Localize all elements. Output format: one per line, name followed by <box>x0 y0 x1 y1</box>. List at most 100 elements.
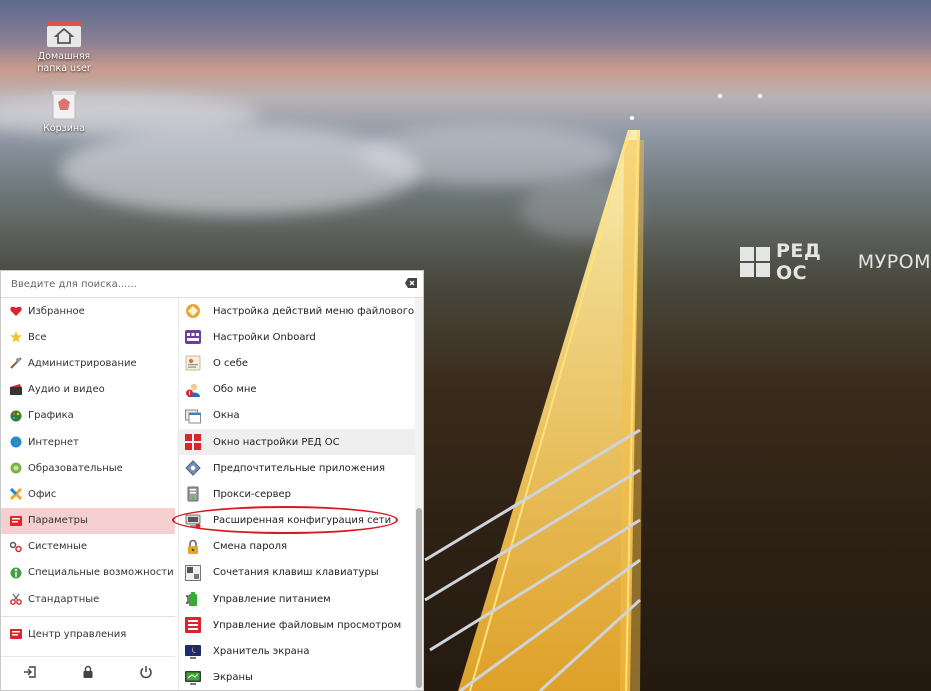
app-proxy-server[interactable]: Прокси-сервер <box>179 481 415 507</box>
app-label: Окна <box>213 410 240 422</box>
keyboard-shortcuts-icon <box>185 564 201 581</box>
desktop-icon-trash[interactable]: Корзина <box>22 88 106 135</box>
app-displays[interactable]: Экраны <box>179 665 415 690</box>
category-list: Избранное Все Администрирование Аудио и … <box>1 298 175 612</box>
category-system[interactable]: Системные <box>1 534 175 560</box>
category-label: Аудио и видео <box>28 384 105 396</box>
control-center-label: Центр управления <box>28 628 127 640</box>
highlight-annotation <box>172 506 398 534</box>
category-label: Избранное <box>28 305 85 317</box>
category-label: Офис <box>28 488 57 500</box>
application-menu: Избранное Все Администрирование Аудио и … <box>0 270 424 691</box>
windows-icon <box>185 408 201 424</box>
user-info-icon <box>185 382 201 398</box>
trash-icon <box>49 88 79 120</box>
screensaver-icon <box>185 644 201 660</box>
search-bar <box>1 271 423 298</box>
category-settings[interactable]: Параметры <box>1 507 175 534</box>
category-label: Системные <box>28 541 88 553</box>
category-label: Образовательные <box>28 462 123 474</box>
app-label: О себе <box>213 357 249 369</box>
app-screensaver[interactable]: Хранитель экрана <box>179 638 415 664</box>
app-list-scrollbar[interactable] <box>415 298 423 690</box>
category-audio-video[interactable]: Аудио и видео <box>1 377 175 403</box>
logout-icon[interactable] <box>23 665 37 679</box>
app-red-os-settings[interactable]: Окно настройки РЕД ОС <box>179 428 415 456</box>
accessories-icon <box>10 593 22 606</box>
displays-icon <box>185 670 201 686</box>
scrollbar-thumb[interactable] <box>416 508 422 688</box>
system-icon <box>10 541 22 553</box>
category-internet[interactable]: Интернет <box>1 429 175 455</box>
file-view-icon <box>185 617 201 634</box>
desktop-icon-label: Домашняя папка user <box>37 51 91 74</box>
accessibility-icon <box>10 567 22 579</box>
category-label: Специальные возможности <box>28 567 174 579</box>
control-center-section: Центр управления <box>1 621 175 647</box>
office-icon <box>10 488 22 501</box>
app-file-view-management[interactable]: Управление файловым просмотром <box>179 612 415 638</box>
brand-name: РЕД ОС <box>776 240 822 284</box>
education-icon <box>10 462 22 474</box>
app-label: Окно настройки РЕД ОС <box>213 436 340 448</box>
app-label: Прокси-сервер <box>213 488 292 500</box>
app-power-management[interactable]: Управление питанием <box>179 586 415 612</box>
category-administration[interactable]: Администрирование <box>1 350 175 376</box>
app-windows[interactable]: Окна <box>179 403 415 429</box>
control-center-button[interactable]: Центр управления <box>1 621 175 647</box>
category-label: Стандартные <box>28 593 100 605</box>
category-education[interactable]: Образовательные <box>1 455 175 481</box>
app-label: Настройки Onboard <box>213 331 316 343</box>
app-onboard-settings[interactable]: Настройки Onboard <box>179 324 415 350</box>
app-change-password[interactable]: Смена пароля <box>179 534 415 560</box>
app-preferred-applications[interactable]: Предпочтительные приложения <box>179 455 415 481</box>
app-about-me[interactable]: О себе <box>179 350 415 376</box>
desktop-icon-home[interactable]: Домашняя папка user <box>22 18 106 75</box>
category-divider <box>1 616 175 617</box>
search-input[interactable] <box>9 277 393 291</box>
category-all[interactable]: Все <box>1 324 175 350</box>
heart-icon <box>10 305 22 317</box>
app-user-info[interactable]: Обо мне <box>179 377 415 403</box>
tools-icon <box>10 357 22 370</box>
app-label: Обо мне <box>213 384 257 396</box>
brand-watermark: РЕД ОС МУРОМ <box>740 240 931 284</box>
desktop-icon-label: Корзина <box>43 123 85 134</box>
lock-icon[interactable] <box>81 665 95 679</box>
app-label: Управление файловым просмотром <box>213 619 402 631</box>
keyboard-icon <box>185 329 201 345</box>
clear-search-icon[interactable] <box>405 278 417 288</box>
category-label: Интернет <box>28 436 79 448</box>
file-manager-actions-icon <box>185 303 201 319</box>
category-label: Параметры <box>28 515 88 527</box>
settings-icon <box>10 515 22 527</box>
control-center-icon <box>10 628 22 640</box>
red-os-logo-icon <box>740 247 770 277</box>
app-label: Управление питанием <box>213 593 331 605</box>
category-favorites[interactable]: Избранное <box>1 298 175 324</box>
power-management-icon <box>185 591 201 607</box>
home-folder-icon <box>46 18 82 48</box>
category-accessibility[interactable]: Специальные возможности <box>1 560 175 586</box>
category-label: Все <box>28 331 47 343</box>
category-accessories[interactable]: Стандартные <box>1 586 175 612</box>
app-label: Сочетания клавиш клавиатуры <box>213 567 379 579</box>
proxy-icon <box>185 486 201 502</box>
category-graphics[interactable]: Графика <box>1 403 175 429</box>
password-icon <box>185 539 201 555</box>
app-file-manager-actions[interactable]: Настройка действий меню файлового менедж… <box>179 298 415 324</box>
preferred-apps-icon <box>185 460 201 476</box>
app-label: Предпочтительные приложения <box>213 462 385 474</box>
red-os-settings-icon <box>185 434 201 451</box>
app-label: Хранитель экрана <box>213 646 310 658</box>
category-label: Графика <box>28 410 74 422</box>
app-keyboard-shortcuts[interactable]: Сочетания клавиш клавиатуры <box>179 560 415 586</box>
palette-icon <box>10 410 22 422</box>
category-office[interactable]: Офис <box>1 481 175 507</box>
brand-subtitle: МУРОМ <box>857 251 931 273</box>
app-label: Смена пароля <box>213 541 288 553</box>
application-list: Настройка действий меню файлового менедж… <box>178 298 415 690</box>
power-icon[interactable] <box>139 665 153 679</box>
film-icon <box>10 383 22 396</box>
star-icon <box>10 331 22 343</box>
